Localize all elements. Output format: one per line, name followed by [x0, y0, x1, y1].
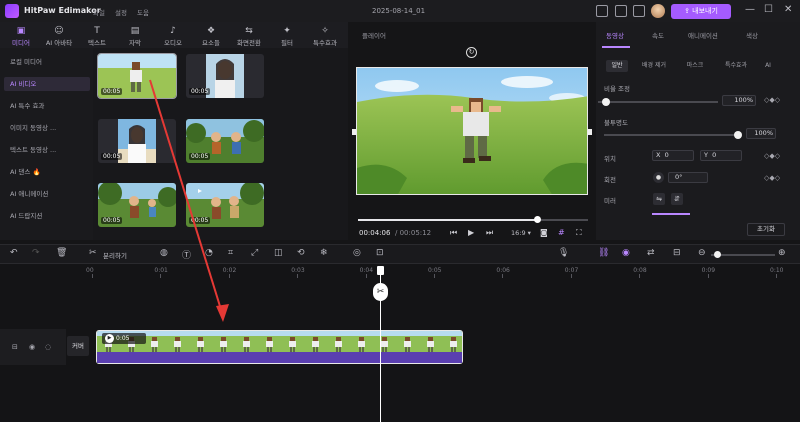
annotation-arrow	[149, 79, 229, 322]
